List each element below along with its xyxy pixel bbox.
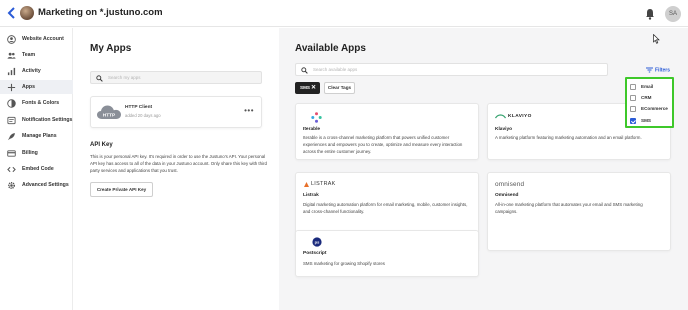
sms-tag[interactable]: SMS ✕ bbox=[295, 82, 320, 94]
app-description: All-in-one marketing platform that autom… bbox=[495, 202, 643, 215]
app-card-iterable[interactable]: Iterable Iterable is a cross-channel mar… bbox=[295, 103, 479, 160]
sidebar-item-apps[interactable]: Apps bbox=[0, 80, 73, 94]
app-name: Postscript bbox=[303, 251, 327, 256]
activity-icon bbox=[7, 67, 16, 75]
filter-option-email[interactable]: Email bbox=[630, 83, 653, 90]
sidebar-item-embed-code[interactable]: Embed Code bbox=[0, 162, 73, 176]
sidebar-item-label: Fonts & Colors bbox=[22, 100, 60, 106]
my-apps-panel: My Apps Search my apps HTTP HTTP Client … bbox=[74, 28, 278, 310]
checkbox[interactable] bbox=[630, 105, 636, 112]
client-date: added 20 days ago bbox=[125, 113, 161, 118]
klaviyo-logo-text: KLAVIYO bbox=[508, 113, 532, 119]
create-api-key-button[interactable]: Create Private API Key bbox=[90, 182, 153, 197]
code-icon bbox=[7, 166, 16, 172]
sidebar-item-label: Activity bbox=[22, 68, 41, 74]
filter-icon bbox=[646, 67, 653, 73]
klaviyo-logo: KLAVIYO bbox=[495, 111, 532, 121]
filters-label: Filters bbox=[655, 67, 671, 74]
sidebar-item-label: Team bbox=[22, 52, 36, 58]
clear-tags-button[interactable]: Clear Tags bbox=[324, 82, 355, 94]
checkbox[interactable] bbox=[630, 83, 636, 90]
checkbox-checked[interactable] bbox=[630, 117, 636, 124]
app-description: Digital marketing automation platform fo… bbox=[303, 202, 468, 215]
tag-label: SMS bbox=[300, 85, 310, 90]
sidebar-item-label: Embed Code bbox=[22, 166, 54, 172]
sidebar-item-label: Advanced Settings bbox=[22, 182, 69, 188]
filter-option-label: Email bbox=[641, 84, 654, 89]
filter-option-label: ECommerce bbox=[641, 106, 668, 111]
gear-icon bbox=[7, 181, 16, 189]
listrak-logo: LISTRAK bbox=[303, 179, 336, 189]
sidebar-item-fonts-colors[interactable]: Fonts & Colors bbox=[0, 96, 73, 110]
sidebar-item-label: Billing bbox=[22, 150, 38, 156]
team-icon bbox=[7, 52, 16, 59]
client-name: HTTP Client bbox=[125, 105, 153, 110]
billing-icon bbox=[7, 149, 16, 157]
app-name: Klaviyo bbox=[495, 127, 513, 132]
sidebar-item-label: Website Account bbox=[22, 36, 64, 42]
sidebar-item-manage-plans[interactable]: Manage Plans bbox=[0, 129, 73, 143]
app-card-postscript[interactable]: ps Postscript SMS marketing for growing … bbox=[295, 230, 479, 277]
available-apps-search-input[interactable]: Search available apps bbox=[295, 63, 608, 76]
filter-dropdown: Email CRM ECommerce SMS bbox=[625, 77, 674, 128]
filter-option-label: SMS bbox=[641, 118, 651, 123]
more-options-icon[interactable]: ••• bbox=[244, 106, 254, 115]
user-avatar[interactable]: SA bbox=[665, 6, 681, 22]
site-avatar bbox=[20, 6, 34, 20]
available-apps-title: Available Apps bbox=[295, 43, 366, 54]
iterable-logo bbox=[311, 111, 322, 123]
postscript-logo-text: ps bbox=[315, 240, 320, 245]
sidebar-item-team[interactable]: Team bbox=[0, 48, 73, 62]
search-icon bbox=[301, 67, 308, 74]
sidebar-item-notification-settings[interactable]: Notification Settings bbox=[0, 113, 73, 127]
search-icon bbox=[96, 75, 103, 82]
chevron-left-icon[interactable] bbox=[7, 6, 17, 20]
rocket-icon bbox=[7, 132, 15, 140]
search-placeholder: Search my apps bbox=[108, 75, 141, 80]
top-bar: Marketing on *.justuno.com SA bbox=[0, 0, 688, 27]
remove-tag-icon[interactable]: ✕ bbox=[311, 82, 316, 94]
app-description: SMS marketing for growing Shopify stores bbox=[303, 261, 385, 266]
sidebar-item-label: Notification Settings bbox=[22, 117, 73, 123]
search-placeholder: Search available apps bbox=[313, 67, 358, 72]
my-apps-search-input[interactable]: Search my apps bbox=[90, 71, 262, 84]
filter-option-ecommerce[interactable]: ECommerce bbox=[630, 105, 668, 112]
filter-option-sms[interactable]: SMS bbox=[630, 117, 651, 124]
apps-icon bbox=[7, 83, 16, 91]
page-title: Marketing on *.justuno.com bbox=[38, 7, 163, 18]
app-name: Iterable bbox=[303, 127, 321, 132]
palette-icon bbox=[7, 98, 16, 108]
my-apps-title: My Apps bbox=[90, 43, 132, 54]
sidebar-item-label: Apps bbox=[22, 84, 35, 90]
app-card-omnisend[interactable]: omnisend Omnisend All-in-one marketing p… bbox=[487, 172, 671, 251]
notification-icon bbox=[7, 116, 16, 124]
app-name: Listrak bbox=[303, 193, 319, 198]
sidebar-item-advanced-settings[interactable]: Advanced Settings bbox=[0, 178, 73, 192]
app-name: Omnisend bbox=[495, 193, 519, 198]
http-client-card[interactable]: HTTP HTTP Client added 20 days ago ••• bbox=[90, 96, 262, 128]
listrak-logo-text: LISTRAK bbox=[311, 181, 336, 187]
filter-option-label: CRM bbox=[641, 95, 652, 100]
api-key-title: API Key bbox=[90, 142, 113, 148]
bell-icon[interactable] bbox=[645, 7, 655, 20]
cloud-logo-text: HTTP bbox=[103, 112, 116, 118]
omnisend-logo-text: omnisend bbox=[495, 180, 525, 188]
checkbox[interactable] bbox=[630, 94, 636, 101]
cloud-icon: HTTP bbox=[97, 105, 121, 119]
sidebar-item-label: Manage Plans bbox=[22, 133, 57, 139]
sidebar-item-website-account[interactable]: Website Account bbox=[0, 32, 73, 46]
app-description: Iterable is a cross-channel marketing pl… bbox=[303, 135, 463, 155]
filters-button[interactable]: Filters bbox=[646, 67, 670, 73]
sidebar: Website Account Team Activity Apps Fonts… bbox=[0, 28, 73, 310]
app-description: A marketing platform featuring marketing… bbox=[495, 135, 642, 140]
available-apps-panel: Available Apps Search available apps Fil… bbox=[279, 28, 688, 310]
omnisend-logo: omnisend bbox=[495, 179, 524, 189]
sidebar-item-activity[interactable]: Activity bbox=[0, 64, 73, 78]
api-key-description: This is your personal API key. It's requ… bbox=[90, 154, 267, 174]
postscript-logo: ps bbox=[312, 237, 322, 247]
account-icon bbox=[7, 34, 16, 44]
cursor-icon bbox=[653, 34, 660, 44]
sidebar-item-billing[interactable]: Billing bbox=[0, 146, 73, 160]
filter-option-crm[interactable]: CRM bbox=[630, 94, 651, 101]
